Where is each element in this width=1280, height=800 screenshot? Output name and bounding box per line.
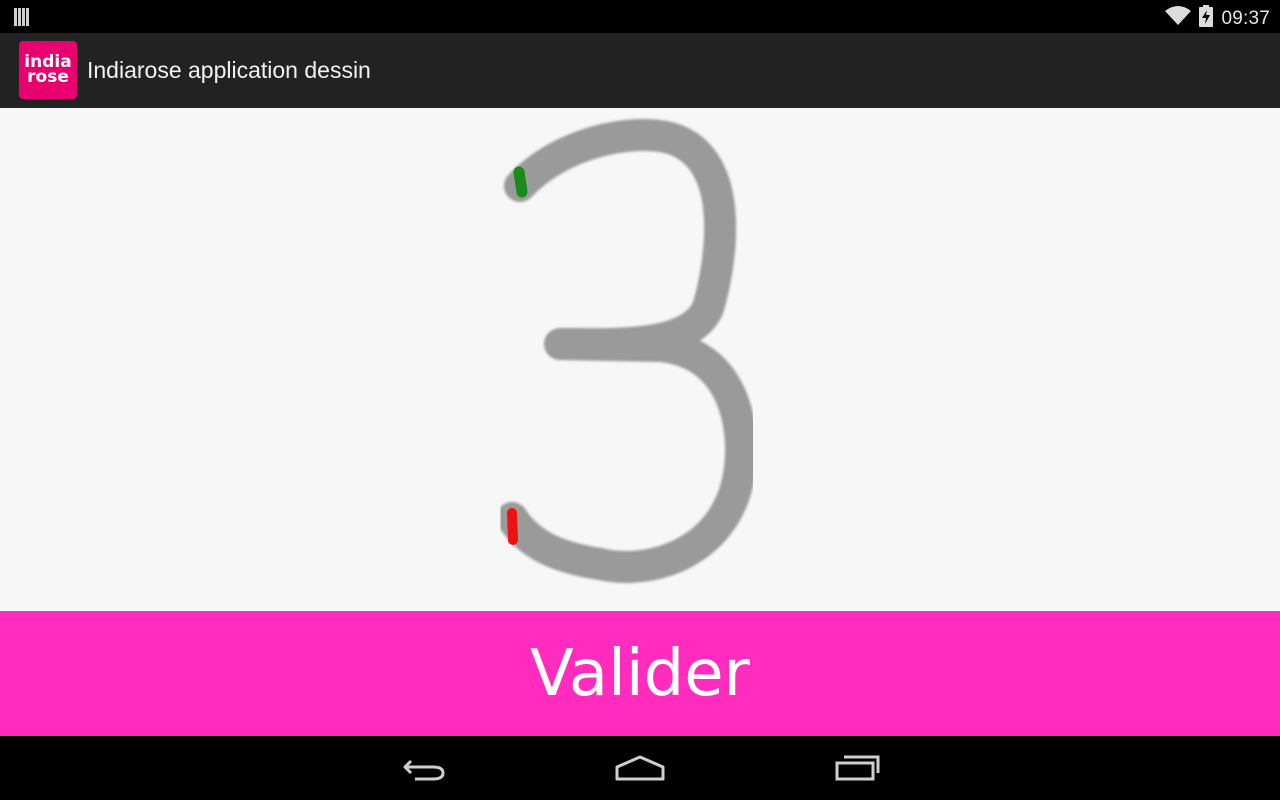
drawing-canvas[interactable] bbox=[0, 108, 1280, 611]
recent-apps-icon[interactable] bbox=[818, 748, 898, 788]
home-icon[interactable] bbox=[600, 748, 680, 788]
status-bar: 09:37 bbox=[0, 0, 1280, 33]
clock: 09:37 bbox=[1221, 7, 1270, 29]
action-bar: india rose Indiarose application dessin bbox=[0, 33, 1280, 108]
digit-three-stroke bbox=[496, 119, 758, 583]
end-point-marker bbox=[507, 508, 518, 545]
start-point-marker bbox=[513, 166, 528, 198]
back-icon[interactable] bbox=[384, 748, 464, 788]
navigation-bar bbox=[0, 736, 1280, 800]
battery-charging-icon bbox=[1199, 5, 1214, 32]
notification-bars-icon bbox=[14, 8, 32, 31]
logo-text-line2: rose bbox=[27, 67, 69, 87]
app-logo[interactable]: india rose bbox=[19, 41, 77, 99]
wifi-icon bbox=[1165, 6, 1192, 31]
drawing-surface[interactable] bbox=[0, 108, 1280, 611]
app-title: Indiarose application dessin bbox=[87, 57, 371, 83]
validate-button[interactable]: Valider bbox=[0, 611, 1280, 736]
